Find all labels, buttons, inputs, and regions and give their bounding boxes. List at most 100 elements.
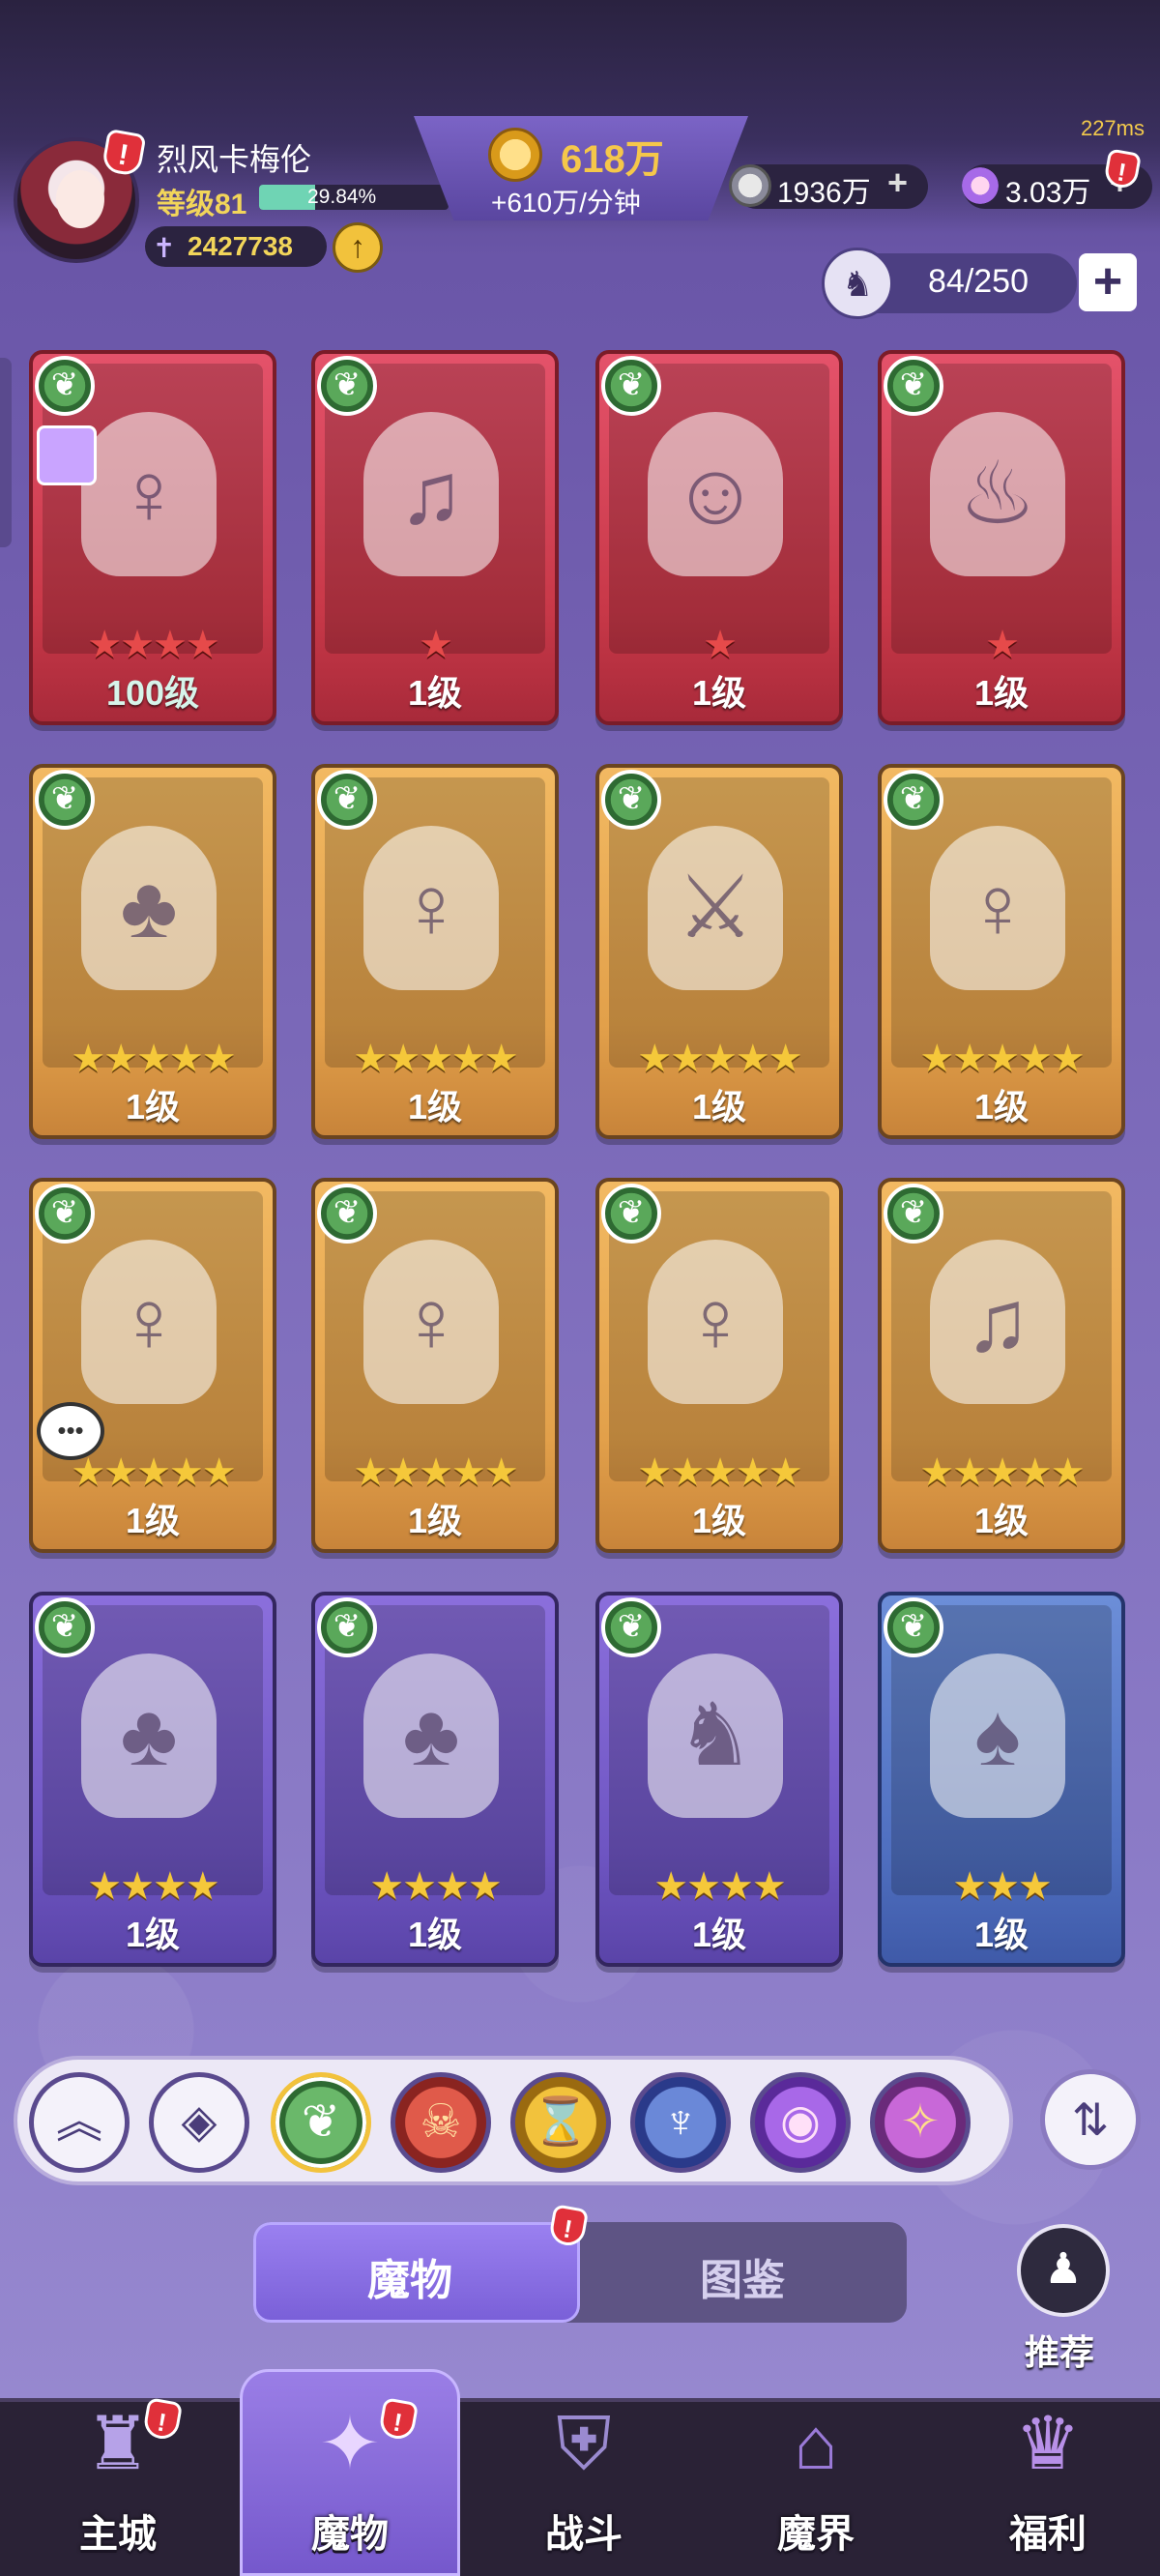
leaf-element-icon: ❦ bbox=[317, 770, 377, 830]
treasure-chest-icon[interactable]: ♛ bbox=[990, 2386, 1106, 2503]
chat-bubble-icon[interactable]: ••• bbox=[37, 1402, 104, 1460]
monster-card[interactable]: ☺ ❦ ★ 1级 bbox=[595, 350, 843, 725]
gem-amount: 3.03万 bbox=[1005, 177, 1091, 209]
monster-portrait-fire-golem: ♨ bbox=[930, 412, 1065, 576]
leaf-element-icon: ❦ bbox=[884, 356, 943, 416]
monster-portrait-green-hair-violinist: ♫ bbox=[363, 412, 499, 576]
star-rating: ★ bbox=[985, 624, 1020, 666]
star-rating: ★★★★ bbox=[87, 624, 219, 666]
monster-card[interactable]: ♫ ❦ ★★★★★ 1级 bbox=[878, 1178, 1125, 1553]
card-level: 1级 bbox=[125, 1915, 181, 1954]
card-level: 1级 bbox=[125, 1087, 181, 1127]
card-level: 1级 bbox=[125, 1501, 181, 1540]
monster-card[interactable]: ♀ ❦ ★★★★★ 1级 bbox=[311, 764, 559, 1139]
monster-portrait-blonde-girl-cheering: ☺ bbox=[648, 412, 783, 576]
monster-portrait-cactus-cowboy: ♠ bbox=[930, 1654, 1065, 1818]
monster-card[interactable]: ♣ ❦ ★★★★ 1级 bbox=[311, 1592, 559, 1967]
exp-bar: 29.84% bbox=[259, 185, 449, 210]
card-level: 1级 bbox=[691, 673, 747, 713]
monster-card[interactable]: ♨ ❦ ★ 1级 bbox=[878, 350, 1125, 725]
monster-card[interactable]: ♞ ❦ ★★★★ 1级 bbox=[595, 1592, 843, 1967]
card-level: 1级 bbox=[407, 673, 463, 713]
tab-codex[interactable]: 图鉴 bbox=[700, 2245, 785, 2307]
nav-item-label[interactable]: 战斗 bbox=[507, 2503, 661, 2559]
leaf-element-icon: ❦ bbox=[884, 770, 943, 830]
monster-portrait-silver-hair-maid: ♀ bbox=[363, 1240, 499, 1404]
star-rating: ★★★★★ bbox=[919, 1038, 1085, 1080]
card-level: 1级 bbox=[407, 1087, 463, 1127]
monster-card[interactable]: ♀ ❦ ★★★★★ 1级 bbox=[878, 764, 1125, 1139]
star-rating: ★★★★★ bbox=[353, 1451, 518, 1494]
chevron-up-double-icon[interactable]: ︽ bbox=[29, 2072, 130, 2173]
nav-item-label[interactable]: 福利 bbox=[971, 2503, 1125, 2559]
card-level: 1级 bbox=[973, 673, 1030, 713]
exp-percent: 29.84% bbox=[307, 186, 377, 208]
eye-element-icon[interactable]: ◉ bbox=[750, 2072, 851, 2173]
diamond-grid-icon[interactable]: ◈ bbox=[149, 2072, 249, 2173]
monster-portrait-rabbit-knight: ♞ bbox=[648, 1654, 783, 1818]
leaf-element-icon: ❦ bbox=[884, 1184, 943, 1244]
monster-portrait-silver-hair-maid: ♀ bbox=[363, 826, 499, 990]
gold-rate: +610万/分钟 bbox=[491, 188, 641, 218]
rune-element-icon[interactable]: ✧ bbox=[870, 2072, 971, 2173]
leaf-element-icon: ❦ bbox=[601, 1184, 661, 1244]
star-rating: ★★★★★ bbox=[637, 1451, 802, 1494]
expand-capacity-button[interactable]: + bbox=[1079, 253, 1137, 311]
leaf-element-icon: ❦ bbox=[317, 1597, 377, 1657]
star-rating: ★★★★★ bbox=[71, 1038, 236, 1080]
power-display: ✝ 2427738 bbox=[145, 226, 327, 267]
leaf-element-icon: ❦ bbox=[317, 1184, 377, 1244]
hourglass-element-icon[interactable]: ⌛ bbox=[510, 2072, 611, 2173]
leaf-element-icon: ❦ bbox=[884, 1597, 943, 1657]
nav-item-label[interactable]: 主城 bbox=[41, 2503, 195, 2559]
dark-portal-icon[interactable]: ⌂ bbox=[758, 2386, 874, 2503]
monster-head-icon: ♞ bbox=[822, 248, 893, 319]
monster-portrait-blonde-girl-blue-bonnet: ♀ bbox=[81, 412, 217, 576]
card-level: 1级 bbox=[691, 1501, 747, 1540]
player-level: 等级81 bbox=[157, 189, 247, 220]
monster-portrait-silver-hair-maid: ♀ bbox=[81, 1240, 217, 1404]
leaf-element-icon[interactable]: ❦ bbox=[271, 2072, 371, 2173]
monster-card[interactable]: ♫ ❦ ★ 1级 bbox=[311, 350, 559, 725]
monster-card[interactable]: ♠ ❦ ★★★ 1级 bbox=[878, 1592, 1125, 1967]
dragon-element-icon[interactable]: ♆ bbox=[630, 2072, 731, 2173]
star-rating: ★★★ bbox=[952, 1865, 1053, 1908]
player-name: 烈风卡梅伦 bbox=[157, 142, 312, 177]
demon-mask-element-icon[interactable]: ☠ bbox=[391, 2072, 491, 2173]
ping-indicator: 227ms bbox=[1080, 116, 1145, 140]
nav-item-label[interactable]: 魔界 bbox=[739, 2503, 893, 2559]
monster-card[interactable]: ♀ ❦ ★★★★★ 1级 bbox=[595, 1178, 843, 1553]
shield-sword-icon[interactable]: ⛨ bbox=[526, 2386, 642, 2503]
monster-portrait-teal-hair-girl: ♀ bbox=[648, 1240, 783, 1404]
monster-portrait-green-hair-violinist: ♫ bbox=[930, 1240, 1065, 1404]
star-gem-icon bbox=[959, 164, 1001, 207]
card-level: 100级 bbox=[105, 673, 200, 713]
leaf-element-icon: ❦ bbox=[601, 1597, 661, 1657]
recommend-label[interactable]: 推荐 bbox=[1025, 2325, 1094, 2375]
sort-order-icon[interactable]: ⇅ bbox=[1040, 2069, 1141, 2170]
monster-card[interactable]: ♀ ❦ ★★★★★ 1级 ••• bbox=[29, 1178, 276, 1553]
silver-add-icon[interactable]: + bbox=[887, 162, 908, 203]
nav-item-label[interactable]: 魔物 bbox=[273, 2503, 427, 2559]
card-level: 1级 bbox=[973, 1915, 1030, 1954]
star-rating: ★★★★★ bbox=[919, 1451, 1085, 1494]
side-drawer-tab[interactable] bbox=[0, 358, 12, 547]
power-upgrade-button[interactable]: ↑ bbox=[333, 222, 383, 273]
monster-card[interactable]: ♀ ❦ ★★★★★ 1级 bbox=[311, 1178, 559, 1553]
collection-count: 84/250 bbox=[928, 263, 1029, 300]
monster-card[interactable]: ♣ ❦ ★★★★ 1级 bbox=[29, 1592, 276, 1967]
monster-card[interactable]: ♣ ❦ ★★★★★ 1级 bbox=[29, 764, 276, 1139]
monster-card[interactable]: ⚔ ❦ ★★★★★ 1级 bbox=[595, 764, 843, 1139]
monster-card[interactable]: ♀ ❦ ★★★★ 100级 bbox=[29, 350, 276, 725]
leaf-element-icon: ❦ bbox=[35, 1184, 95, 1244]
recommend-icon[interactable]: ♟ bbox=[1017, 2224, 1110, 2317]
leaf-element-icon: ❦ bbox=[317, 356, 377, 416]
card-level: 1级 bbox=[691, 1087, 747, 1127]
card-level: 1级 bbox=[691, 1915, 747, 1954]
star-rating: ★ bbox=[703, 624, 738, 666]
monster-portrait-silver-hair-maid: ♀ bbox=[930, 826, 1065, 990]
leaf-element-icon: ❦ bbox=[601, 356, 661, 416]
tab-monsters-label: 魔物 bbox=[367, 2257, 452, 2304]
star-rating: ★★★★ bbox=[369, 1865, 502, 1908]
monster-portrait-treant-elder: ♣ bbox=[81, 826, 217, 990]
